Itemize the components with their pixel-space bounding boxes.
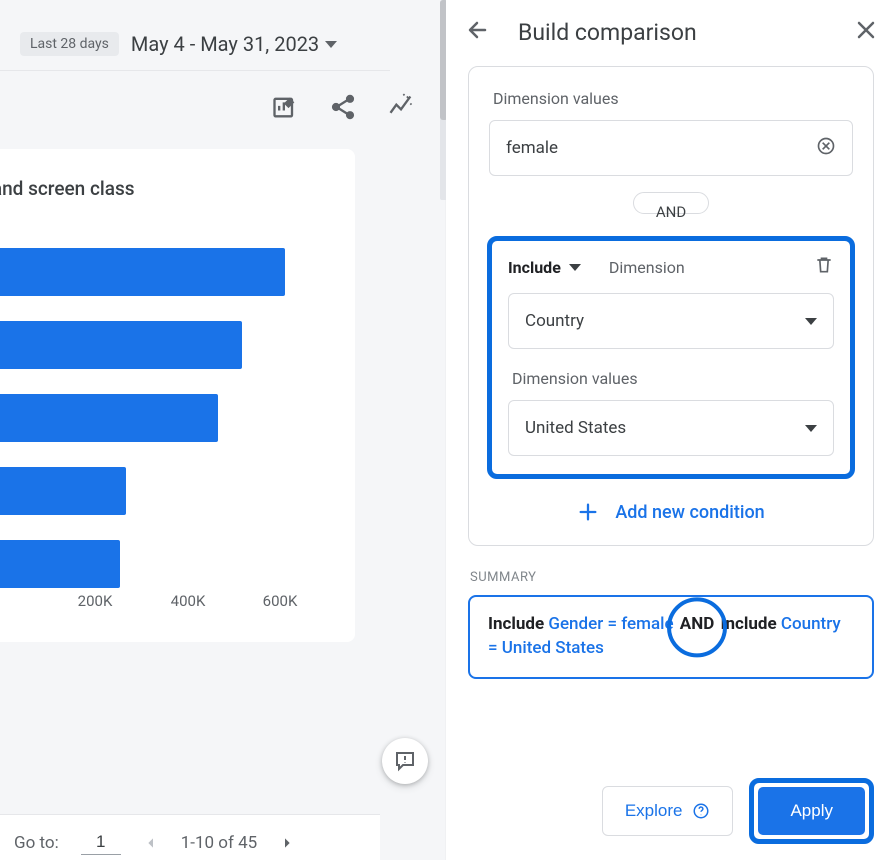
chart-title: ath and screen class <box>0 177 343 200</box>
date-range-text: May 4 - May 31, 2023 <box>131 32 319 56</box>
include-exclude-dropdown[interactable]: Include <box>508 258 581 277</box>
close-button[interactable] <box>854 18 878 46</box>
summary-include: Include <box>488 614 544 634</box>
feedback-button[interactable] <box>382 738 428 784</box>
dimension-select[interactable]: Country <box>508 293 834 349</box>
summary-heading: SUMMARY <box>470 570 874 585</box>
dimension-value-text: female <box>506 138 558 158</box>
summary-include: Include <box>721 614 777 634</box>
chart-bar <box>0 248 285 296</box>
x-tick: 600K <box>263 592 298 610</box>
panel-title: Build comparison <box>518 19 826 46</box>
chart-bar <box>0 467 126 515</box>
x-tick: 200K <box>78 592 113 610</box>
dimension-values-label: Dimension values <box>512 369 834 388</box>
pagination-range: 1-10 of 45 <box>181 833 258 853</box>
share-icon[interactable] <box>329 93 357 125</box>
apply-button[interactable]: Apply <box>758 787 865 835</box>
and-operator-chip: AND <box>633 192 709 214</box>
delete-condition-icon[interactable] <box>814 255 834 279</box>
chart-card: ath and screen class 200K 400K 600K <box>0 149 355 642</box>
caret-down-icon <box>805 318 817 325</box>
back-button[interactable] <box>466 18 490 46</box>
condition-block-highlighted: Include Dimension Country Dimension valu… <box>487 236 855 479</box>
chevron-right-icon[interactable] <box>279 835 295 851</box>
customize-report-icon[interactable] <box>271 93 299 125</box>
summary-box: Include Gender = female AND Include Coun… <box>468 595 874 679</box>
clear-chip-icon[interactable] <box>816 136 836 161</box>
explore-label: Explore <box>625 801 683 821</box>
summary-and-operator: AND <box>666 613 728 637</box>
add-condition-label: Add new condition <box>615 502 764 523</box>
dimension-value-selected: United States <box>525 418 626 438</box>
dimension-value-select[interactable]: United States <box>508 400 834 456</box>
date-range-label: Last 28 days <box>20 32 119 56</box>
help-icon <box>692 802 710 820</box>
chart-bar <box>0 394 218 442</box>
bar-chart <box>0 248 343 578</box>
insights-icon[interactable] <box>387 93 415 125</box>
conditions-card: Dimension values female AND Include Dime… <box>468 66 874 546</box>
add-condition-button[interactable]: Add new condition <box>489 479 853 525</box>
explore-button[interactable]: Explore <box>602 786 734 836</box>
date-range-picker[interactable]: May 4 - May 31, 2023 <box>131 32 337 56</box>
pagination: Go to: 1-10 of 45 <box>0 814 380 860</box>
caret-down-icon <box>569 264 581 271</box>
apply-highlight: Apply <box>749 778 874 844</box>
dimension-selected: Country <box>525 311 584 331</box>
include-label: Include <box>508 258 561 277</box>
caret-down-icon <box>325 41 337 48</box>
page-input[interactable] <box>81 830 121 855</box>
chart-x-axis: 200K 400K 600K <box>0 578 343 618</box>
summary-condition: Gender = female <box>548 614 673 634</box>
x-tick: 400K <box>171 592 206 610</box>
dimension-header-label: Dimension <box>609 258 685 277</box>
goto-label: Go to: <box>14 833 59 853</box>
chart-bar <box>0 321 242 369</box>
dimension-value-input[interactable]: female <box>489 120 853 176</box>
chevron-left-icon[interactable] <box>143 835 159 851</box>
caret-down-icon <box>805 425 817 432</box>
plus-icon <box>577 501 599 523</box>
dimension-values-label: Dimension values <box>493 89 853 108</box>
